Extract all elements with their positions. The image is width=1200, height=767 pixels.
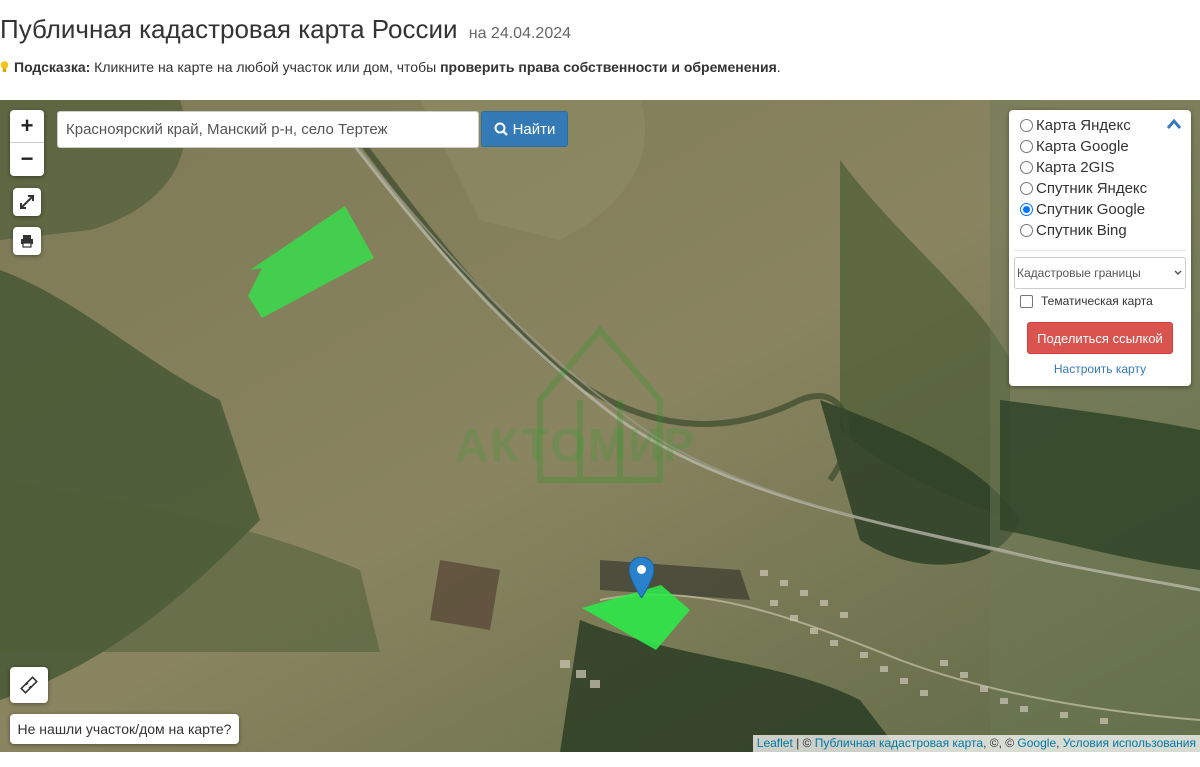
layer-option-bing-satellite[interactable]: Спутник Bing — [1020, 220, 1127, 240]
zoom-in-button[interactable]: + — [10, 110, 44, 143]
map-view[interactable]: АКТОМИР + − Найти Карта Яндекс Карта Goo… — [0, 100, 1200, 752]
ruler-icon — [20, 676, 38, 694]
print-icon — [21, 235, 33, 248]
layer-option-label: Карта Google — [1036, 137, 1129, 155]
thematic-map-toggle[interactable]: Тематическая карта — [1020, 294, 1153, 308]
location-marker-icon[interactable] — [629, 557, 654, 598]
layer-option-2gis-map[interactable]: Карта 2GIS — [1020, 157, 1115, 177]
fullscreen-button[interactable] — [13, 188, 41, 216]
layer-radio-selected[interactable] — [1020, 202, 1033, 216]
attribution-separator: , — [1056, 736, 1063, 750]
expand-icon — [20, 195, 34, 209]
hint-label: Подсказка: — [14, 59, 91, 75]
configure-map-link[interactable]: Настроить карту — [1009, 362, 1191, 376]
thematic-map-label: Тематическая карта — [1041, 294, 1153, 308]
map-attribution: Leaflet | © Публичная кадастровая карта,… — [752, 735, 1200, 752]
layer-option-label: Карта 2GIS — [1036, 158, 1115, 176]
search-button[interactable]: Найти — [481, 111, 568, 147]
divider — [1014, 250, 1186, 251]
chevron-down-icon — [1174, 270, 1182, 276]
overlay-select[interactable]: Кадастровые границы — [1014, 257, 1186, 289]
overlay-select-value: Кадастровые границы — [1017, 266, 1141, 280]
not-found-button[interactable]: Не нашли участок/дом на карте? — [10, 714, 239, 744]
pkk-link[interactable]: Публичная кадастровая карта — [815, 736, 983, 750]
layer-option-yandex-map[interactable]: Карта Яндекс — [1020, 115, 1131, 135]
layer-option-label: Спутник Bing — [1036, 221, 1127, 239]
lightbulb-icon — [0, 61, 9, 72]
zoom-control: + − — [10, 110, 44, 176]
thematic-map-checkbox[interactable] — [1020, 294, 1033, 308]
layer-option-google-map[interactable]: Карта Google — [1020, 136, 1129, 156]
layer-option-label: Спутник Яндекс — [1036, 179, 1148, 197]
hint-bold-text: проверить права собственности и обремене… — [440, 59, 777, 75]
google-link[interactable]: Google — [1017, 736, 1056, 750]
layer-radio[interactable] — [1020, 118, 1033, 132]
layer-radio[interactable] — [1020, 139, 1033, 153]
layer-switcher-panel: Карта Яндекс Карта Google Карта 2GIS Спу… — [1009, 110, 1191, 386]
print-button[interactable] — [13, 227, 41, 255]
leaflet-link[interactable]: Leaflet — [757, 736, 793, 750]
search-button-label: Найти — [512, 120, 556, 138]
chevron-up-icon[interactable] — [1166, 118, 1182, 130]
layer-option-label: Карта Яндекс — [1036, 116, 1131, 134]
address-search-input[interactable] — [57, 111, 479, 148]
terms-link[interactable]: Условия использования — [1063, 736, 1196, 750]
layer-option-label: Спутник Google — [1036, 200, 1146, 218]
page-title: Публичная кадастровая карта России на 24… — [0, 14, 571, 45]
search-icon — [494, 122, 508, 136]
layer-radio[interactable] — [1020, 223, 1033, 237]
zoom-out-button[interactable]: − — [10, 143, 44, 176]
layer-radio[interactable] — [1020, 181, 1033, 195]
layer-radio[interactable] — [1020, 160, 1033, 174]
page-title-text: Публичная кадастровая карта России — [0, 14, 458, 44]
share-link-button[interactable]: Поделиться ссылкой — [1027, 322, 1173, 354]
watermark-text: АКТОМИР — [455, 419, 697, 471]
hint-text: Кликните на карте на любой участок или д… — [90, 59, 441, 75]
page-date: на 24.04.2024 — [468, 25, 572, 42]
attribution-separator: | © — [792, 736, 815, 750]
hint-line: Подсказка: Кликните на карте на любой уч… — [0, 59, 781, 75]
hint-end: . — [776, 59, 781, 75]
measure-button[interactable] — [10, 667, 48, 703]
layer-option-google-satellite[interactable]: Спутник Google — [1020, 199, 1145, 219]
attribution-separator: , ©, © — [983, 736, 1018, 750]
layer-option-yandex-satellite[interactable]: Спутник Яндекс — [1020, 178, 1147, 198]
